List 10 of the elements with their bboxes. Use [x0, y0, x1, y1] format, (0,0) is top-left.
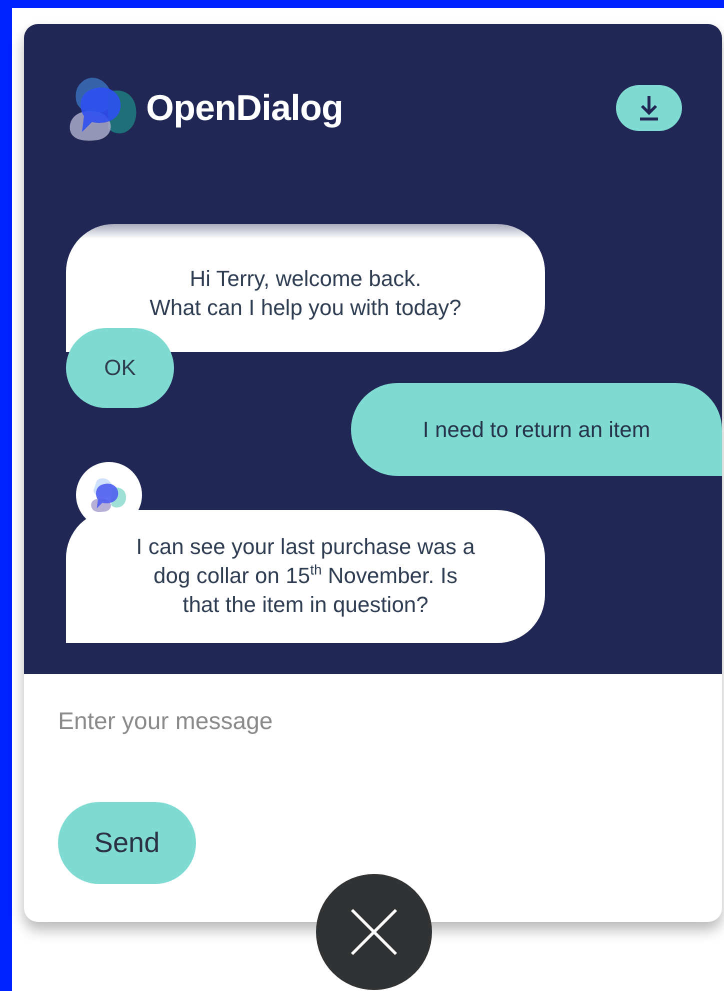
chat-bubble-logo-icon	[89, 475, 129, 515]
download-icon	[638, 94, 660, 122]
quick-reply-button[interactable]: OK	[66, 328, 174, 408]
send-button[interactable]: Send	[58, 802, 196, 884]
user-message: I need to return an item	[351, 383, 722, 476]
close-icon	[350, 908, 398, 956]
bot-message: Hi Terry, welcome back. What can I help you with today?	[66, 224, 545, 352]
download-button[interactable]	[616, 85, 682, 131]
bot-message: I can see your last purchase was a dog collar on 15$^{th}$ November. Is that the item in question?	[66, 510, 545, 643]
app-title: OpenDialog	[146, 87, 344, 129]
